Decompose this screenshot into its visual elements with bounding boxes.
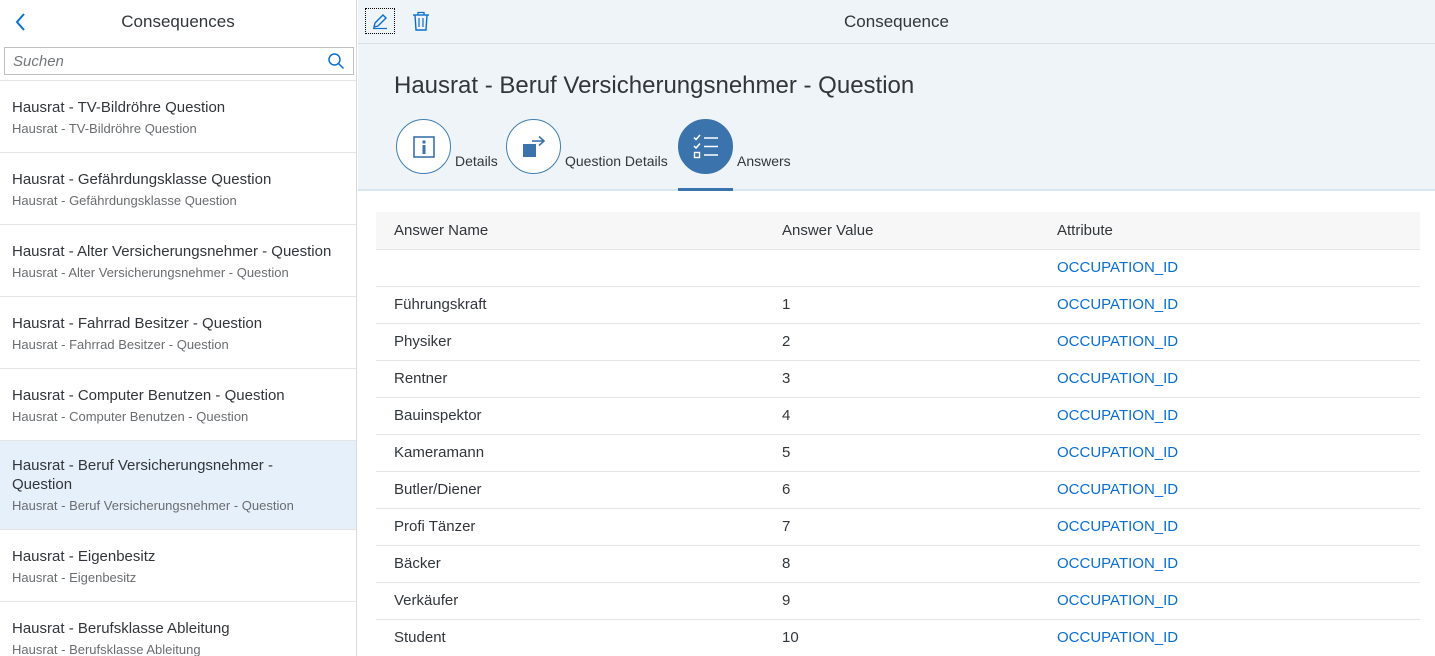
tab-question-details[interactable]: Question Details xyxy=(506,119,681,191)
answer-name-cell: Bauinspektor xyxy=(376,397,764,435)
detail-title: Consequence xyxy=(844,12,949,31)
answer-value-cell: 7 xyxy=(764,508,1039,546)
list-item[interactable]: Hausrat - Gefährdungsklasse Question Hau… xyxy=(0,153,356,225)
list-item-title: Hausrat - Computer Benutzen - Question xyxy=(12,387,285,404)
table-row[interactable]: Verkäufer 9 OCCUPATION_ID xyxy=(376,582,1420,620)
table-header-row: Answer Name Answer Value Attribute xyxy=(376,212,1420,250)
table-row[interactable]: Bauinspektor 4 OCCUPATION_ID xyxy=(376,397,1420,435)
table-row[interactable]: Führungskraft 1 OCCUPATION_ID xyxy=(376,286,1420,324)
answer-name-cell xyxy=(376,249,764,287)
table-row[interactable]: Rentner 3 OCCUPATION_ID xyxy=(376,360,1420,398)
column-header-attribute[interactable]: Attribute xyxy=(1039,212,1420,250)
master-header: Consequences xyxy=(0,0,356,44)
list-item-title: Hausrat - Fahrrad Besitzer - Question xyxy=(12,315,263,332)
answer-value-cell xyxy=(764,249,1039,287)
list-item-title: Hausrat - Eigenbesitz xyxy=(12,548,156,565)
table-row[interactable]: OCCUPATION_ID xyxy=(376,249,1420,287)
answer-name-cell: Student xyxy=(376,619,764,656)
attribute-cell[interactable]: OCCUPATION_ID xyxy=(1039,508,1420,546)
tab-label: Answers xyxy=(737,153,791,169)
answer-name-cell: Kameramann xyxy=(376,434,764,472)
consequence-list: Hausrat - TV-Bildröhre Question Hausrat … xyxy=(0,80,356,656)
list-item-selected[interactable]: Hausrat - Beruf Versicherungsnehmer - Qu… xyxy=(0,441,356,530)
list-item[interactable]: Hausrat - Alter Versicherungsnehmer - Qu… xyxy=(0,225,356,297)
answer-name-cell: Butler/Diener xyxy=(376,471,764,509)
answers-table-container: Answer Name Answer Value Attribute OCCUP… xyxy=(376,212,1420,656)
master-title: Consequences xyxy=(121,12,235,31)
tab-details[interactable]: Details xyxy=(396,119,501,191)
object-title: Hausrat - Beruf Versicherungsnehmer - Qu… xyxy=(394,72,915,99)
answer-value-cell: 2 xyxy=(764,323,1039,361)
attribute-cell[interactable]: OCCUPATION_ID xyxy=(1039,397,1420,435)
attribute-cell[interactable]: OCCUPATION_ID xyxy=(1039,545,1420,583)
list-item-title-line: Hausrat - Beruf Versicherungsnehmer - xyxy=(12,457,273,474)
answer-name-cell: Physiker xyxy=(376,323,764,361)
column-header-answer-value[interactable]: Answer Value xyxy=(764,212,1039,250)
search-field[interactable] xyxy=(4,47,354,75)
list-item[interactable]: Hausrat - Eigenbesitz Hausrat - Eigenbes… xyxy=(0,530,356,602)
list-item-title-line: Question xyxy=(12,476,73,493)
list-item-title: Hausrat - Gefährdungsklasse Question xyxy=(12,171,272,188)
list-item-description: Hausrat - Computer Benutzen - Question xyxy=(12,409,249,424)
answer-name-cell: Rentner xyxy=(376,360,764,398)
attribute-cell[interactable]: OCCUPATION_ID xyxy=(1039,286,1420,324)
answer-name-cell: Verkäufer xyxy=(376,582,764,620)
tab-answers[interactable]: Answers xyxy=(678,119,793,191)
answer-value-cell: 10 xyxy=(764,619,1039,656)
attribute-cell[interactable]: OCCUPATION_ID xyxy=(1039,360,1420,398)
answer-value-cell: 9 xyxy=(764,582,1039,620)
list-item-description: Hausrat - Beruf Versicherungsnehmer - Qu… xyxy=(12,498,294,513)
answer-name-cell: Profi Tänzer xyxy=(376,508,764,546)
list-item-description: Hausrat - Eigenbesitz xyxy=(12,570,137,585)
table-row[interactable]: Profi Tänzer 7 OCCUPATION_ID xyxy=(376,508,1420,546)
answer-name-cell: Bäcker xyxy=(376,545,764,583)
tab-label: Details xyxy=(455,153,498,169)
attribute-cell[interactable]: OCCUPATION_ID xyxy=(1039,434,1420,472)
detail-panel: Consequence Hausrat - Beruf Versicherung… xyxy=(358,0,1435,656)
object-header: Hausrat - Beruf Versicherungsnehmer - Qu… xyxy=(358,44,1435,191)
answer-value-cell: 6 xyxy=(764,471,1039,509)
list-item[interactable]: Hausrat - Berufsklasse Ableitung Hausrat… xyxy=(0,602,356,656)
list-item[interactable]: Hausrat - Computer Benutzen - Question H… xyxy=(0,369,356,441)
column-header-answer-name[interactable]: Answer Name xyxy=(376,212,764,250)
search-input[interactable] xyxy=(5,48,315,74)
answer-value-cell: 4 xyxy=(764,397,1039,435)
attribute-cell[interactable]: OCCUPATION_ID xyxy=(1039,582,1420,620)
list-item-description: Hausrat - Alter Versicherungsnehmer - Qu… xyxy=(12,265,289,280)
master-panel: Consequences Hausrat - TV-Bildröhre Ques… xyxy=(0,0,357,656)
answer-value-cell: 1 xyxy=(764,286,1039,324)
table-row[interactable]: Physiker 2 OCCUPATION_ID xyxy=(376,323,1420,361)
list-item[interactable]: Hausrat - Fahrrad Besitzer - Question Ha… xyxy=(0,297,356,369)
answer-value-cell: 3 xyxy=(764,360,1039,398)
export-icon xyxy=(506,119,561,174)
checklist-icon xyxy=(678,119,733,174)
list-item-description: Hausrat - Berufsklasse Ableitung xyxy=(12,642,201,656)
attribute-cell[interactable]: OCCUPATION_ID xyxy=(1039,323,1420,361)
list-item-title: Hausrat - Berufsklasse Ableitung xyxy=(12,620,230,637)
detail-toolbar: Consequence xyxy=(358,0,1435,44)
tab-label: Question Details xyxy=(565,153,668,169)
table-row[interactable]: Butler/Diener 6 OCCUPATION_ID xyxy=(376,471,1420,509)
list-item-description: Hausrat - Gefährdungsklasse Question xyxy=(12,193,237,208)
answer-value-cell: 5 xyxy=(764,434,1039,472)
table-row[interactable]: Kameramann 5 OCCUPATION_ID xyxy=(376,434,1420,472)
search-icon[interactable] xyxy=(327,52,345,70)
attribute-cell[interactable]: OCCUPATION_ID xyxy=(1039,249,1420,287)
answers-table: Answer Name Answer Value Attribute OCCUP… xyxy=(376,212,1420,656)
list-item-description: Hausrat - TV-Bildröhre Question xyxy=(12,121,197,136)
info-icon xyxy=(396,119,451,174)
attribute-cell[interactable]: OCCUPATION_ID xyxy=(1039,619,1420,656)
list-item-description: Hausrat - Fahrrad Besitzer - Question xyxy=(12,337,229,352)
table-row[interactable]: Student 10 OCCUPATION_ID xyxy=(376,619,1420,656)
list-item[interactable]: Hausrat - TV-Bildröhre Question Hausrat … xyxy=(0,81,356,153)
answer-value-cell: 8 xyxy=(764,545,1039,583)
answer-name-cell: Führungskraft xyxy=(376,286,764,324)
list-item-title: Hausrat - Beruf Versicherungsnehmer - Qu… xyxy=(12,456,345,494)
list-item-title: Hausrat - Alter Versicherungsnehmer - Qu… xyxy=(12,243,332,260)
attribute-cell[interactable]: OCCUPATION_ID xyxy=(1039,471,1420,509)
table-row[interactable]: Bäcker 8 OCCUPATION_ID xyxy=(376,545,1420,583)
table-body: OCCUPATION_ID Führungskraft 1 OCCUPATION_ID… xyxy=(376,249,1420,656)
list-item-title: Hausrat - TV-Bildröhre Question xyxy=(12,99,226,116)
